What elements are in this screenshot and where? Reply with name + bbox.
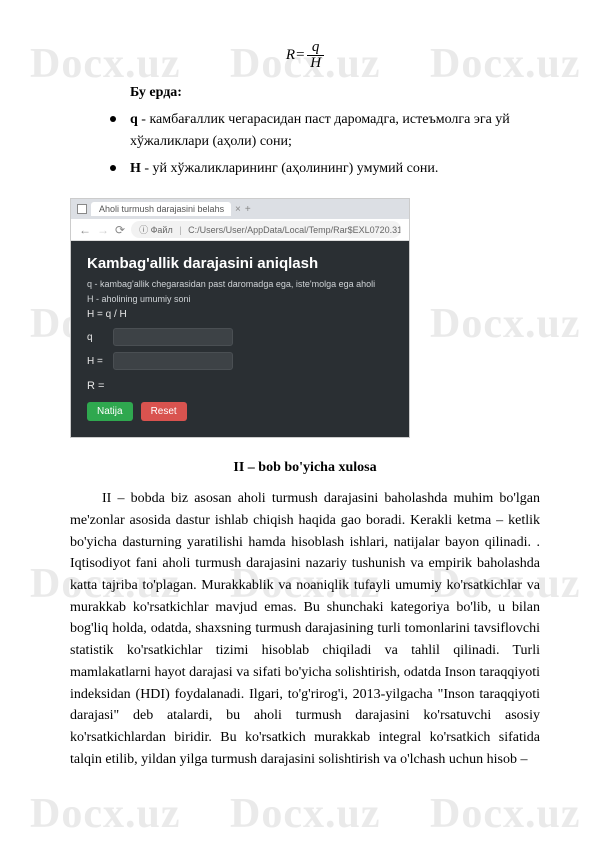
label-q: q: [87, 332, 105, 343]
list-item: H - уй хўжаликларининг (аҳолининг) умуми…: [110, 158, 540, 180]
watermark: Docx.uz: [30, 790, 180, 838]
forward-icon[interactable]: →: [97, 223, 109, 237]
browser-tabbar: Aholi turmush darajasini belahs × +: [71, 199, 409, 219]
definition-text: - уй хўжаликларининг (аҳолининг) умумий …: [141, 161, 438, 176]
button-row: Natija Reset: [87, 402, 393, 421]
formula-lhs: R=: [286, 47, 305, 63]
page-icon: [77, 204, 87, 214]
watermark: Docx.uz: [230, 790, 380, 838]
url-prefix: ⓘ Файл: [139, 225, 173, 235]
numerator: q: [307, 40, 324, 56]
fraction: qH: [307, 40, 324, 71]
section-title: II – bob bo'yicha xulosa: [70, 460, 540, 476]
back-icon[interactable]: ←: [79, 223, 91, 237]
embedded-screenshot: Aholi turmush darajasini belahs × + ← → …: [70, 198, 410, 438]
close-tab-icon[interactable]: ×: [235, 204, 241, 215]
app-title: Kambag'allik darajasini aniqlash: [87, 255, 393, 272]
input-q[interactable]: [113, 328, 233, 346]
input-row-q: q: [87, 328, 393, 346]
app-desc-h: H - aholining umumiy soni: [87, 293, 393, 306]
definition-text: - камбағаллик чегарасидан паст даромадга…: [130, 112, 510, 149]
app-equation: H = q / H: [87, 309, 393, 320]
formula: R=qH: [70, 40, 540, 71]
watermark: Docx.uz: [430, 790, 580, 838]
body-paragraph: II – bobda biz asosan aholi turmush dara…: [70, 488, 540, 770]
calculate-button[interactable]: Natija: [87, 402, 133, 421]
denominator: H: [307, 56, 324, 71]
browser-addressbar: ← → ⟳ ⓘ Файл | C:/Users/User/AppData/Loc…: [71, 219, 409, 241]
tab-title[interactable]: Aholi turmush darajasini belahs: [91, 202, 231, 216]
definitions-list: q - камбағаллик чегарасидан паст даромад…: [110, 109, 540, 180]
new-tab-icon[interactable]: +: [245, 204, 251, 215]
url-text: C:/Users/User/AppData/Local/Temp/Rar$EXL…: [188, 225, 401, 235]
symbol-h: H: [130, 161, 141, 176]
url-field[interactable]: ⓘ Файл | C:/Users/User/AppData/Local/Tem…: [131, 221, 401, 238]
app-desc-q: q - kambag'allik chegarasidan past darom…: [87, 278, 393, 291]
reset-button[interactable]: Reset: [141, 402, 187, 421]
input-h[interactable]: [113, 352, 233, 370]
input-row-h: H =: [87, 352, 393, 370]
definitions-label: Бу ерда:: [130, 85, 540, 101]
app-panel: Kambag'allik darajasini aniqlash q - kam…: [71, 241, 409, 437]
symbol-q: q: [130, 112, 138, 127]
result-label: R =: [87, 380, 393, 392]
list-item: q - камбағаллик чегарасидан паст даромад…: [110, 109, 540, 154]
reload-icon[interactable]: ⟳: [115, 223, 125, 237]
label-h: H =: [87, 356, 105, 367]
